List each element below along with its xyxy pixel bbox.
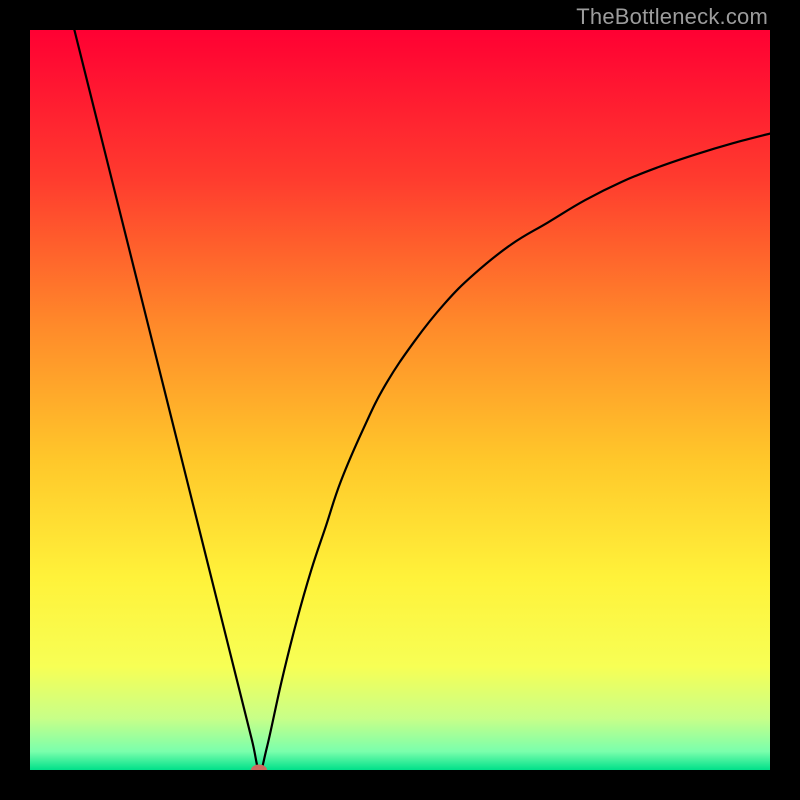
plot-area [30, 30, 770, 770]
curve-layer [30, 30, 770, 770]
chart-frame: TheBottleneck.com [0, 0, 800, 800]
watermark-text: TheBottleneck.com [576, 4, 768, 30]
optimum-marker [251, 765, 267, 771]
bottleneck-curve [74, 30, 770, 770]
